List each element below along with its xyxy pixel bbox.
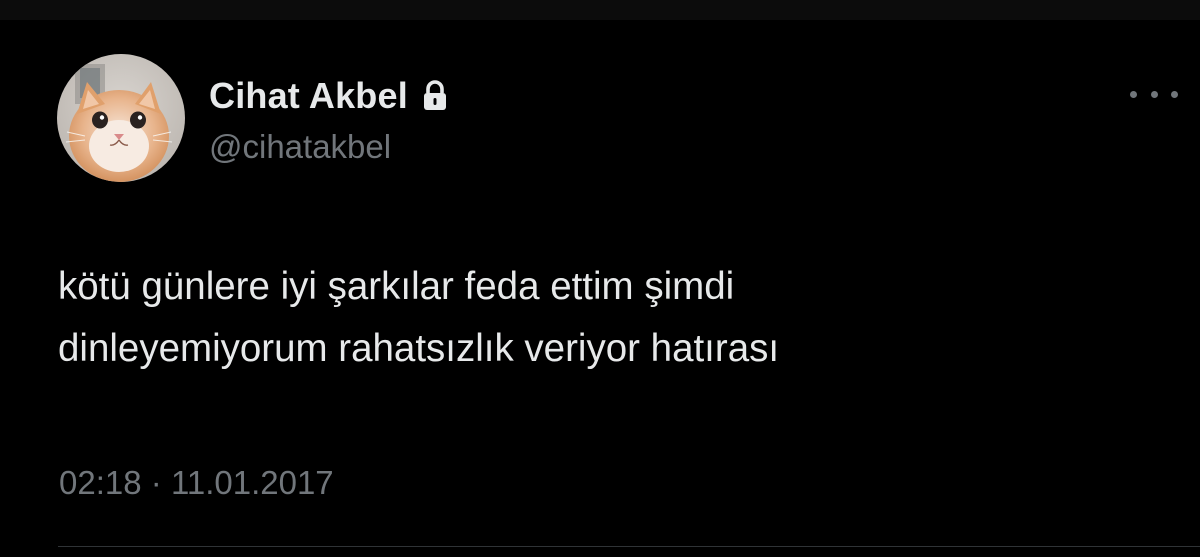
more-dot	[1150, 90, 1158, 98]
tweet-text-line: kötü günlere iyi şarkılar feda ettim şim…	[58, 265, 735, 308]
author-name-row: Cihat Akbel	[209, 74, 448, 118]
author-handle[interactable]: @cihatakbel	[209, 128, 391, 166]
divider	[58, 546, 1200, 547]
tweet-text-line: dinleyemiyorum rahatsızlık veriyor hatır…	[58, 327, 780, 370]
more-dot	[1130, 90, 1137, 98]
more-horizontal-icon[interactable]	[1130, 82, 1178, 106]
lock-icon	[422, 80, 448, 112]
top-strip	[0, 0, 1200, 20]
cat-photo-avatar	[57, 54, 185, 182]
tweet: Cihat Akbel @cihatakbel kötü günlere iyi…	[0, 20, 1200, 557]
more-dot	[1171, 90, 1178, 98]
meta-separator: ·	[150, 464, 162, 501]
tweet-time: 02:18	[59, 464, 142, 501]
tweet-timestamp[interactable]: 02:18 · 11.01.2017	[59, 464, 334, 502]
display-name[interactable]: Cihat Akbel	[209, 75, 408, 117]
tweet-text: kötü günlere iyi şarkılar feda ettim şim…	[58, 256, 1158, 380]
avatar[interactable]	[57, 54, 185, 182]
tweet-date: 11.01.2017	[170, 464, 334, 501]
